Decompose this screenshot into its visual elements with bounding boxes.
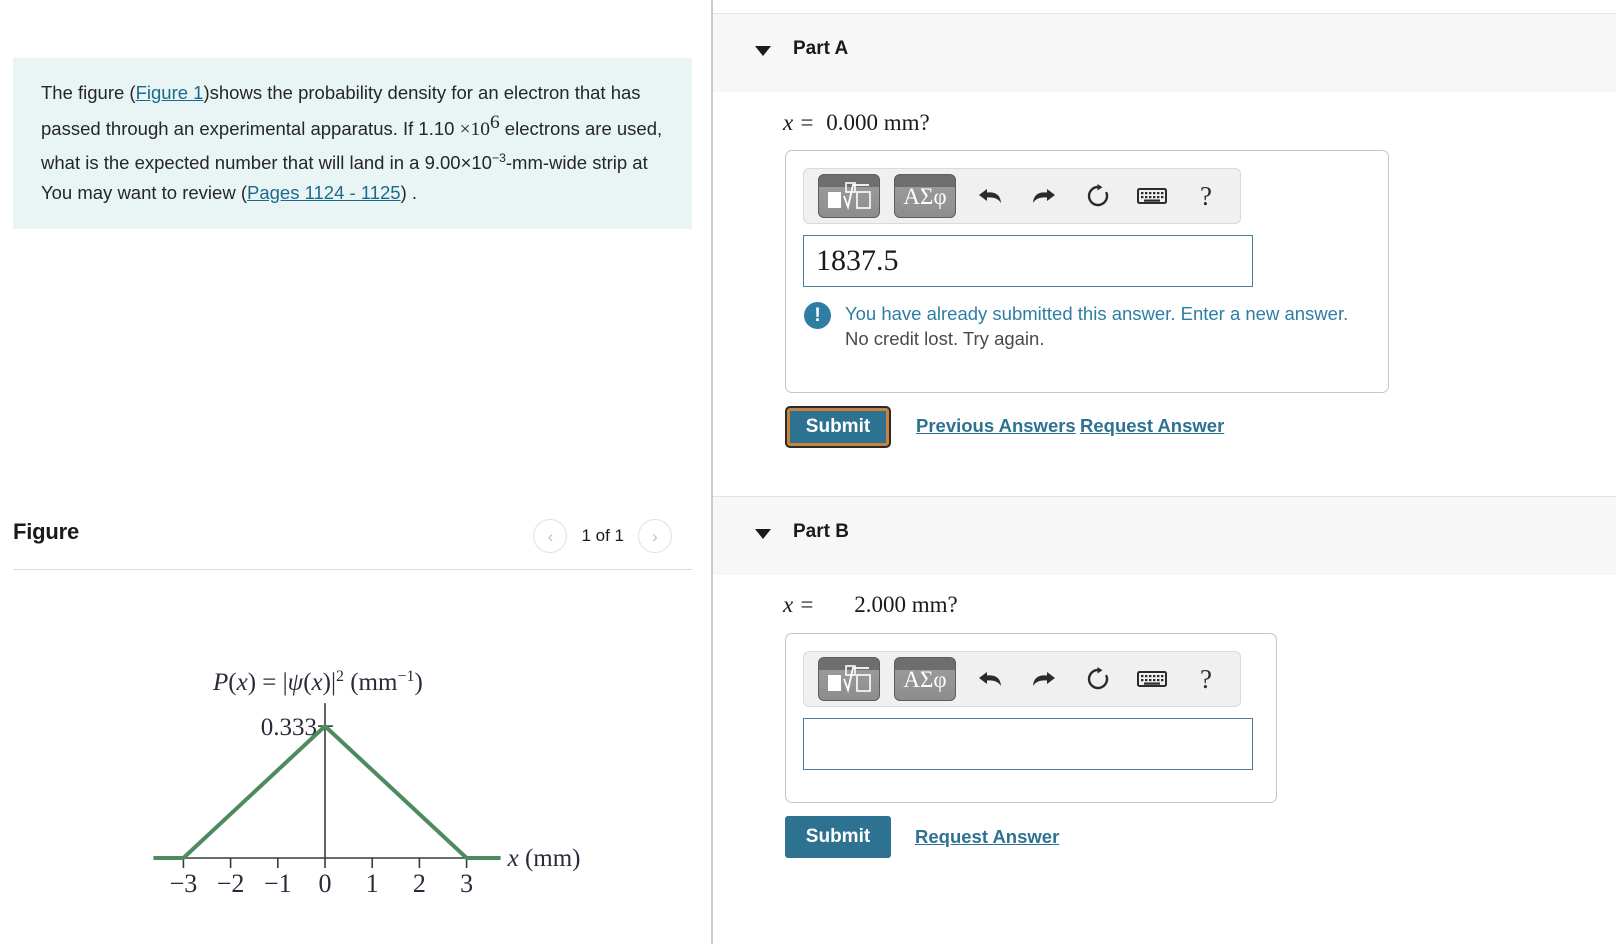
chart-y-value-label: 0.333 (261, 714, 317, 741)
part-b-math-toolbar: ΑΣφ ? (803, 651, 1241, 707)
power-exponent-6: 6 (489, 111, 500, 133)
part-b-prompt-lhs: x = (783, 592, 815, 617)
part-b-request-answer-link[interactable]: Request Answer (915, 826, 1059, 848)
svg-text:2: 2 (413, 869, 426, 898)
power-base: 10 (470, 118, 490, 140)
help-label: ? (1200, 663, 1212, 694)
reset-glyph (1087, 184, 1109, 207)
template-icon[interactable] (818, 174, 880, 218)
chart-density-curve (153, 724, 501, 860)
figure-next-button[interactable]: › (638, 519, 672, 553)
assignment-page: The figure (Figure 1)shows the probabili… (0, 0, 1616, 944)
svg-text:−3: −3 (170, 869, 198, 898)
power-exponent-neg3: −3 (491, 151, 506, 166)
right-panel: Part A x = 0.000 mm? ΑΣφ ? 1837.5 ! You … (713, 0, 1616, 944)
caret-down-icon[interactable] (755, 529, 771, 539)
question-intro-1: The figure ( (41, 82, 136, 103)
greek-symbols-label: ΑΣφ (903, 183, 947, 209)
part-b-prompt: x = 2.000 mm? (783, 592, 958, 618)
part-a-prompt-rhs: 0.000 mm? (826, 110, 930, 135)
redo-glyph (1033, 189, 1055, 203)
greek-symbols-label: ΑΣφ (903, 666, 947, 692)
part-b-header[interactable]: Part B (713, 496, 1616, 575)
svg-text:−1: −1 (264, 869, 292, 898)
chart-x-ticks (182, 858, 468, 868)
part-a-answer-value: 1837.5 (816, 244, 899, 277)
part-a-previous-answers-link[interactable]: Previous Answers (916, 415, 1076, 437)
part-a-label: Part A (793, 38, 849, 59)
part-a-answer-card: ΑΣφ ? 1837.5 ! You have already submitte… (785, 150, 1389, 393)
part-b-prompt-rhs: 2.000 mm? (854, 592, 958, 617)
template-icon[interactable] (818, 657, 880, 701)
svg-text:1: 1 (366, 869, 379, 898)
undo-icon[interactable] (970, 659, 1010, 699)
template-glyph (828, 665, 871, 693)
part-a-alert: ! You have already submitted this answer… (804, 301, 1374, 351)
part-a-math-toolbar: ΑΣφ ? (803, 168, 1241, 224)
caret-down-icon[interactable] (755, 46, 771, 56)
part-a-prompt: x = 0.000 mm? (783, 110, 930, 136)
svg-text:0: 0 (319, 869, 332, 898)
reset-icon[interactable] (1078, 176, 1118, 216)
keyboard-glyph (1137, 671, 1167, 687)
reset-icon[interactable] (1078, 659, 1118, 699)
part-b-submit-label: Submit (805, 826, 871, 847)
help-icon[interactable]: ? (1186, 659, 1226, 699)
question-text: The figure (Figure 1)shows the probabili… (41, 78, 664, 207)
undo-glyph (979, 672, 1001, 686)
probability-density-chart: P(x) = |ψ(x)|2 (mm−1) 0.333 x (mm) −3 −2… (13, 585, 692, 925)
part-b-label: Part B (793, 521, 849, 542)
figure-page-indicator: 1 of 1 (581, 526, 624, 545)
part-a-submit-label: Submit (805, 416, 871, 437)
keyboard-glyph (1137, 188, 1167, 204)
part-b-answer-card: ΑΣφ ? (785, 633, 1277, 803)
part-a-alert-text: You have already submitted this answer. … (845, 301, 1348, 351)
figure-content: P(x) = |ψ(x)|2 (mm−1) 0.333 x (mm) −3 −2… (13, 585, 692, 935)
chevron-left-icon: ‹ (547, 526, 554, 546)
keyboard-icon[interactable] (1132, 659, 1172, 699)
chart-svg: P(x) = |ψ(x)|2 (mm−1) 0.333 x (mm) −3 −2… (153, 668, 581, 898)
part-a-request-answer-link[interactable]: Request Answer (1080, 415, 1224, 437)
chart-x-axis-label: x (mm) (507, 845, 581, 872)
part-b-submit-button[interactable]: Submit (785, 816, 891, 858)
undo-glyph (979, 189, 1001, 203)
redo-glyph (1033, 672, 1055, 686)
chart-formula: P(x) = |ψ(x)|2 (mm−1) (212, 668, 423, 696)
figure-nav: ‹ 1 of 1 › (533, 519, 672, 553)
figure-prev-button[interactable]: ‹ (533, 519, 568, 553)
part-b-answer-input[interactable] (803, 718, 1253, 770)
part-a-prompt-lhs: x = (783, 110, 815, 135)
template-glyph (828, 182, 871, 210)
question-statement-box: The figure (Figure 1)shows the probabili… (13, 58, 692, 230)
multiplication-sign: × (459, 118, 471, 140)
part-a-alert-line2: No credit lost. Try again. (845, 328, 1045, 349)
greek-symbols-icon[interactable]: ΑΣφ (894, 657, 956, 701)
keyboard-icon[interactable] (1132, 176, 1172, 216)
help-icon[interactable]: ? (1186, 176, 1226, 216)
redo-icon[interactable] (1024, 659, 1064, 699)
left-panel: The figure (Figure 1)shows the probabili… (0, 0, 711, 944)
figure-header: Figure ‹ 1 of 1 › (13, 515, 692, 563)
figure-title: Figure (13, 519, 80, 544)
question-intro-5: ) . (400, 181, 418, 203)
greek-symbols-icon[interactable]: ΑΣφ (894, 174, 956, 218)
help-label: ? (1200, 180, 1212, 211)
undo-icon[interactable] (970, 176, 1010, 216)
chevron-right-icon: › (652, 526, 658, 546)
pages-link[interactable]: Pages 1124 - 1125 (247, 182, 401, 203)
part-a-header[interactable]: Part A (713, 13, 1616, 92)
reset-glyph (1087, 667, 1109, 690)
alert-exclamation-icon: ! (804, 302, 831, 329)
redo-icon[interactable] (1024, 176, 1064, 216)
figure-1-link[interactable]: Figure 1 (136, 82, 204, 103)
figure-divider (13, 569, 692, 570)
part-a-submit-button[interactable]: Submit (785, 406, 891, 448)
svg-text:3: 3 (460, 869, 473, 898)
part-a-alert-line1: You have already submitted this answer. … (845, 303, 1349, 324)
chart-x-tick-labels: −3 −2 −1 0 1 2 3 (170, 869, 474, 898)
part-a-answer-input[interactable]: 1837.5 (803, 235, 1253, 287)
svg-text:−2: −2 (217, 869, 245, 898)
